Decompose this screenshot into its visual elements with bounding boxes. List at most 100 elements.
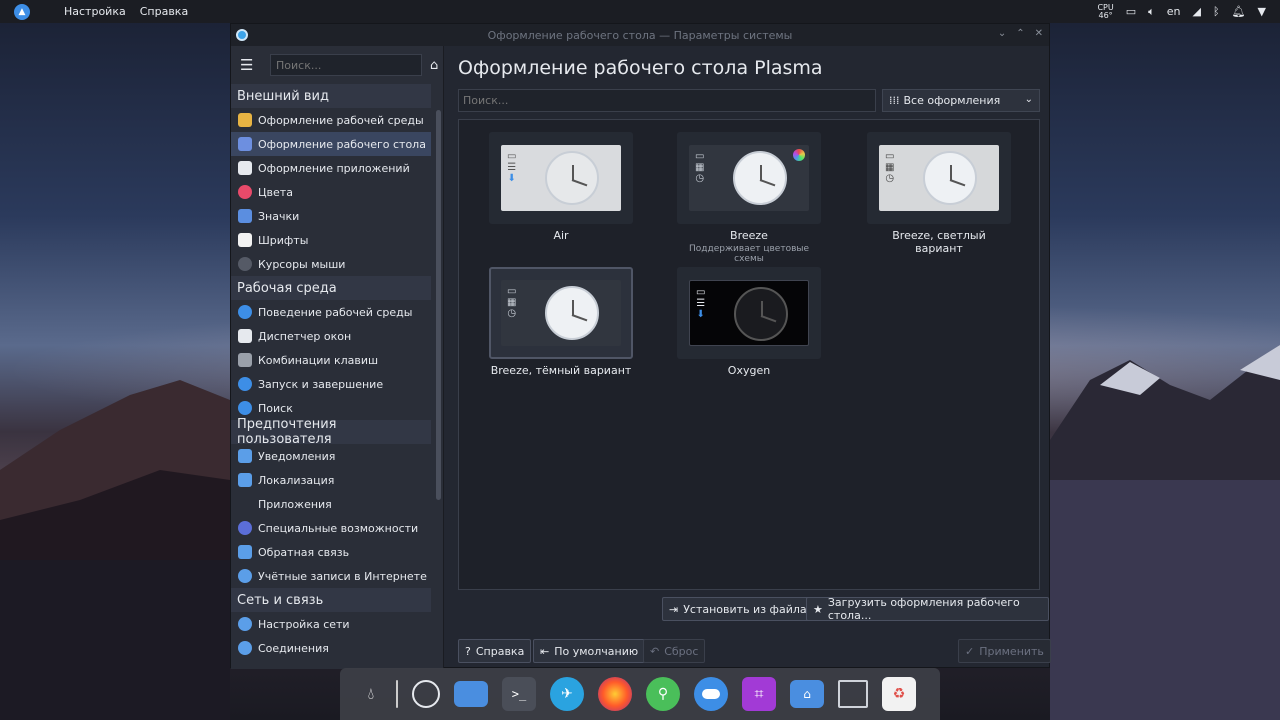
sidebar-item[interactable]: Оформление рабочей среды [231,108,431,132]
sidebar-item[interactable]: Курсоры мыши [231,252,431,276]
menu-settings[interactable]: Настройка [64,5,126,18]
theme-card-breeze[interactable]: ▭ ▦ ◷ Breeze Поддерживает цветовые схемы [677,132,821,264]
firefox-icon[interactable] [598,677,632,711]
sidebar-item[interactable]: Локализация [231,468,431,492]
icons-icon [238,209,252,223]
minimize-icon[interactable]: ⌄ [998,28,1006,39]
sidebar-item[interactable]: Настройка сети [231,612,431,636]
home-icon[interactable]: ⌂ [430,58,438,73]
telegram-icon[interactable]: ✈ [550,677,584,711]
defaults-icon: ⇤ [540,644,550,658]
clock-preview [545,151,599,205]
preview-icons: ▭ ▦ ◷ [695,151,705,184]
sidebar-item-label: Оформление приложений [258,161,410,175]
sidebar-section-header: Внешний вид [231,84,431,108]
theme-card-breeze-light[interactable]: ▭ ▦ ◷ Breeze, светлый вариант [867,132,1011,255]
sidebar-item[interactable]: Значки [231,204,431,228]
clock-hand [950,165,952,180]
sidebar-item[interactable]: Приложения [231,492,431,516]
apply-button[interactable]: ✓ Применить [958,639,1051,663]
crop-icon[interactable]: ⌗ [742,677,776,711]
theme-card-air[interactable]: ▭ ☰ ⬇ Air [489,132,633,242]
toggle-icon[interactable] [694,677,728,711]
titlebar[interactable]: Оформление рабочего стола — Параметры си… [231,24,1049,46]
sidebar-item[interactable]: Запуск и завершение [231,372,431,396]
breeze-dark-preview: ▭ ▦ ◷ [501,280,621,346]
help-label: Справка [475,644,525,658]
sidebar-item[interactable]: Специальные возможности [231,516,431,540]
theme-search-input[interactable] [458,89,876,112]
theme-card-breeze-dark[interactable]: ▭ ▦ ◷ Breeze, тёмный вариант [489,267,633,377]
color-scheme-icon [793,149,805,161]
plasma-arrow-icon[interactable]: ▲ [14,3,30,20]
sidebar-item[interactable]: Поведение рабочей среды [231,300,431,324]
close-icon[interactable]: ✕ [1035,28,1043,39]
air-preview: ▭ ☰ ⬇ [501,145,621,211]
theme-card-oxygen[interactable]: ▭ ☰ ⬇ Oxygen [677,267,821,377]
sidebar-toolbar: ☰ ⌂ [231,46,443,84]
clock-hand [571,179,588,187]
sidebar-item[interactable]: Цвета [231,180,431,204]
sidebar-item[interactable]: Обратная связь [231,540,431,564]
sidebar-scrollbar[interactable] [436,110,441,500]
sidebar-item[interactable]: Соединения [231,636,431,660]
sidebar-item[interactable]: Уведомления [231,444,431,468]
sidebar-search-input[interactable] [270,54,422,76]
oxygen-preview: ▭ ☰ ⬇ [689,280,809,346]
terminal-icon[interactable]: >_ [502,677,536,711]
volume-icon[interactable]: 🔈︎ [1148,5,1155,19]
theme-name: Oxygen [727,364,771,377]
cursor-icon [238,257,252,271]
apply-label: Применить [979,644,1044,658]
chevron-down-icon: ⌄ [1024,94,1033,105]
connections-icon [238,641,252,655]
keyboard-layout[interactable]: en [1167,5,1181,18]
sidebar-item[interactable]: Диспетчер окон [231,324,431,348]
sidebar-item[interactable]: Учётные записи в Интернете [231,564,431,588]
maximize-icon[interactable]: ⌃ [1016,28,1024,39]
tray-expand-icon[interactable]: ▼ [1258,5,1266,18]
install-from-file-button[interactable]: ⇥ Установить из файла... [662,597,825,621]
cpu-temp: 46° [1098,10,1113,20]
sidebar-item[interactable]: Оформление рабочего стола [231,132,431,156]
theme-filter-select[interactable]: ⁞⁞⁞ Все оформления ⌄ [882,89,1040,112]
droplet-icon[interactable]: 💧︎ [360,677,382,711]
workspace-behavior-icon [238,305,252,319]
folder-icon[interactable] [454,681,488,707]
defaults-button[interactable]: ⇤ По умолчанию [533,639,646,663]
keepass-icon[interactable]: ⚲ [646,677,680,711]
search-config-icon [238,401,252,415]
updates-icon[interactable]: 🔔︎ [1232,5,1246,18]
preview-icons: ▭ ☰ ⬇ [696,287,706,320]
clock-hand [572,300,574,315]
circle-icon[interactable] [412,680,440,708]
network-settings-icon [238,617,252,631]
sidebar-item-label: Цвета [258,185,293,199]
hamburger-menu-icon[interactable]: ☰ [240,56,254,74]
global-theme-icon [238,113,252,127]
menu-help[interactable]: Справка [140,5,188,18]
network-icon[interactable]: ◢ [1192,5,1200,18]
applications-icon [238,497,252,511]
sidebar-item[interactable]: Комбинации клавиш [231,348,431,372]
home-folder-icon[interactable]: ⌂ [790,680,824,708]
get-new-themes-button[interactable]: ★ Загрузить оформления рабочего стола... [806,596,1049,622]
window-icon[interactable] [838,680,868,708]
clock-preview [923,151,977,205]
theme-thumbnail: ▭ ▦ ◷ [867,132,1011,224]
trash-icon[interactable]: ♻ [882,677,916,711]
localization-icon [238,473,252,487]
sidebar-section-header: Сеть и связь [231,588,431,612]
cpu-monitor[interactable]: CPU 46° [1097,3,1113,20]
reset-button[interactable]: ↶ Сброс [643,639,706,663]
bluetooth-icon[interactable]: ᛒ [1213,5,1220,18]
clipboard-icon[interactable]: ▭ [1126,5,1136,18]
install-icon: ⇥ [669,602,679,616]
theme-name: Air [553,229,569,242]
sidebar-item[interactable]: Оформление приложений [231,156,431,180]
sidebar-item-label: Запуск и завершение [258,377,384,391]
sidebar-list: Внешний вид Оформление рабочей среды Оформ… [231,84,443,660]
sidebar-item[interactable]: Шрифты [231,228,431,252]
help-button[interactable]: ? Справка [458,639,532,663]
startup-icon [238,377,252,391]
